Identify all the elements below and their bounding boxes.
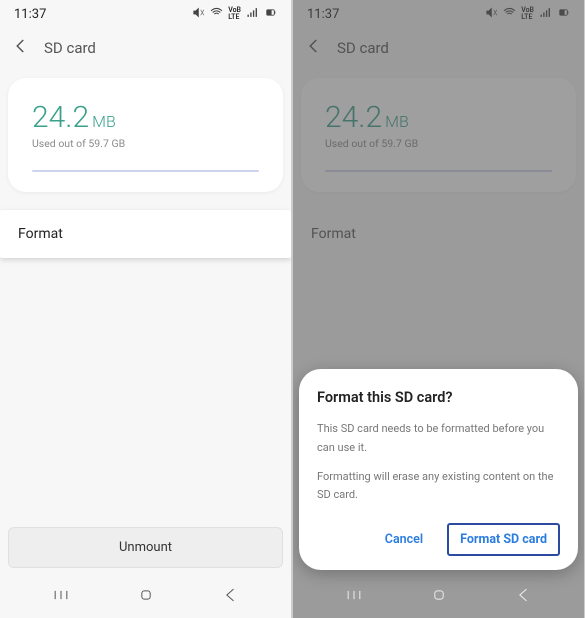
storage-usage-card: 24.2MB Used out of 59.7 GB [8, 78, 283, 192]
format-dialog: Format this SD card? This SD card needs … [299, 369, 578, 570]
format-option[interactable]: Format [293, 210, 584, 258]
signal-icon [246, 6, 259, 23]
storage-used-unit: MB [92, 112, 116, 131]
back-nav-icon[interactable] [514, 585, 534, 609]
status-time: 11:37 [307, 7, 339, 22]
format-sd-card-button[interactable]: Format SD card [447, 523, 560, 556]
recents-icon[interactable] [344, 585, 364, 609]
signal-icon [539, 6, 552, 23]
unmount-button[interactable]: Unmount [8, 527, 283, 568]
storage-total-label: Used out of 59.7 GB [32, 137, 259, 150]
dialog-actions: Cancel Format SD card [317, 523, 560, 556]
battery-icon [264, 6, 277, 23]
storage-used-number: 24.2 [32, 100, 89, 135]
status-bar: 11:37 VoBLTE [0, 0, 291, 28]
storage-used-amount: 24.2MB [325, 100, 552, 135]
format-option-label: Format [18, 226, 63, 242]
page-title: SD card [337, 39, 389, 57]
navigation-bar [0, 576, 291, 618]
cancel-button[interactable]: Cancel [385, 532, 423, 547]
battery-icon [557, 6, 570, 23]
storage-used-unit: MB [385, 112, 409, 131]
page-header: SD card [0, 28, 291, 68]
home-icon[interactable] [136, 585, 156, 609]
dialog-body: This SD card needs to be formatted befor… [317, 420, 560, 505]
storage-progress-bar [325, 170, 552, 172]
back-nav-icon[interactable] [221, 585, 241, 609]
page-header: SD card [293, 28, 584, 68]
navigation-bar [293, 576, 584, 618]
format-option-label: Format [311, 226, 356, 242]
dialog-title: Format this SD card? [317, 389, 560, 406]
storage-used-amount: 24.2MB [32, 100, 259, 135]
status-icons: VoBLTE [485, 6, 570, 23]
spacer [0, 258, 291, 519]
phone-screen-left: 11:37 VoBLTE SD card 24.2MB Used out [0, 0, 291, 618]
storage-used-number: 24.2 [325, 100, 382, 135]
mute-icon [485, 6, 498, 23]
dialog-body-line2: Formatting will erase any existing conte… [317, 468, 560, 505]
status-time: 11:37 [14, 7, 46, 22]
status-icons: VoBLTE [192, 6, 277, 23]
format-option[interactable]: Format [0, 210, 291, 258]
storage-progress-bar [32, 170, 259, 172]
dialog-body-line1: This SD card needs to be formatted befor… [317, 420, 560, 457]
phone-screen-right: 11:37 VoBLTE SD card 24.2MB Used out [293, 0, 584, 618]
volte-icon: VoBLTE [228, 7, 241, 21]
recents-icon[interactable] [51, 585, 71, 609]
status-bar: 11:37 VoBLTE [293, 0, 584, 28]
mute-icon [192, 6, 205, 23]
page-title: SD card [44, 39, 96, 57]
back-icon[interactable] [12, 37, 30, 59]
volte-icon: VoBLTE [521, 7, 534, 21]
home-icon[interactable] [429, 585, 449, 609]
wifi-icon [503, 6, 516, 23]
wifi-icon [210, 6, 223, 23]
storage-total-label: Used out of 59.7 GB [325, 137, 552, 150]
unmount-button-label: Unmount [119, 540, 172, 555]
back-icon[interactable] [305, 37, 323, 59]
storage-usage-card: 24.2MB Used out of 59.7 GB [301, 78, 576, 192]
